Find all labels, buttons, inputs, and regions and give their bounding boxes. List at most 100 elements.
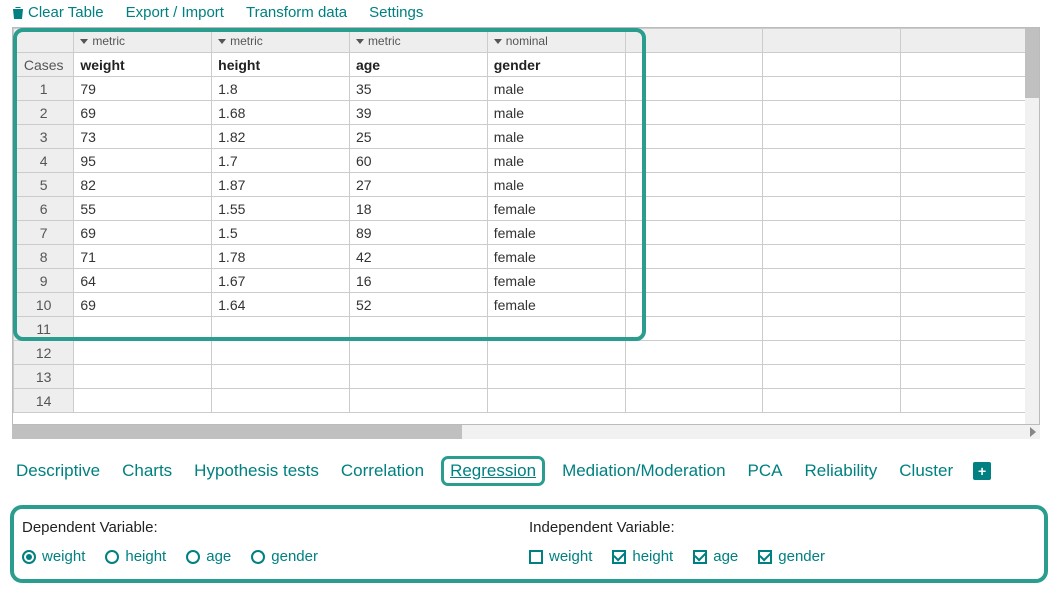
indep-option-age[interactable]: age (693, 548, 738, 565)
data-cell-empty[interactable] (901, 245, 1039, 269)
data-cell-empty[interactable] (625, 149, 763, 173)
data-cell-empty[interactable] (625, 269, 763, 293)
data-cell[interactable]: 82 (74, 173, 212, 197)
data-cell[interactable]: 69 (74, 101, 212, 125)
data-cell-empty[interactable] (901, 389, 1039, 413)
vertical-scrollbar[interactable] (1025, 28, 1039, 424)
data-cell[interactable]: 42 (349, 245, 487, 269)
indep-option-weight[interactable]: weight (529, 548, 592, 565)
row-number[interactable]: 2 (14, 101, 74, 125)
horizontal-scrollbar[interactable] (12, 425, 1040, 439)
data-cell[interactable]: male (487, 173, 625, 197)
data-cell[interactable]: 1.55 (212, 197, 350, 221)
data-table[interactable]: metricmetricmetricnominal Casesweighthei… (13, 28, 1039, 413)
tab-correlation[interactable]: Correlation (339, 459, 426, 483)
data-cell[interactable] (74, 389, 212, 413)
data-cell[interactable]: 39 (349, 101, 487, 125)
data-cell[interactable]: male (487, 101, 625, 125)
data-cell[interactable]: 1.78 (212, 245, 350, 269)
tab-descriptive[interactable]: Descriptive (14, 459, 102, 483)
var-name-cell-empty[interactable] (625, 53, 763, 77)
data-cell[interactable]: 1.68 (212, 101, 350, 125)
data-cell[interactable]: 71 (74, 245, 212, 269)
data-cell-empty[interactable] (763, 101, 901, 125)
export-import-link[interactable]: Export / Import (126, 4, 224, 21)
data-cell-empty[interactable] (625, 101, 763, 125)
data-cell[interactable] (212, 365, 350, 389)
data-cell[interactable]: 1.7 (212, 149, 350, 173)
data-cell[interactable]: 25 (349, 125, 487, 149)
data-cell-empty[interactable] (901, 101, 1039, 125)
dep-option-weight[interactable]: weight (22, 548, 85, 565)
data-cell-empty[interactable] (901, 173, 1039, 197)
row-number[interactable]: 11 (14, 317, 74, 341)
data-cell[interactable]: 1.64 (212, 293, 350, 317)
data-cell[interactable]: male (487, 77, 625, 101)
dep-option-height[interactable]: height (105, 548, 166, 565)
row-number[interactable]: 1 (14, 77, 74, 101)
row-number[interactable]: 12 (14, 341, 74, 365)
data-cell[interactable]: male (487, 149, 625, 173)
data-cell[interactable] (487, 389, 625, 413)
data-cell[interactable] (349, 341, 487, 365)
data-cell[interactable]: female (487, 269, 625, 293)
data-cell-empty[interactable] (763, 293, 901, 317)
col-type-header[interactable]: nominal (487, 29, 625, 53)
data-cell[interactable]: female (487, 221, 625, 245)
data-cell[interactable] (74, 341, 212, 365)
data-cell[interactable]: 64 (74, 269, 212, 293)
data-cell[interactable]: 73 (74, 125, 212, 149)
data-cell-empty[interactable] (763, 125, 901, 149)
data-cell[interactable]: 89 (349, 221, 487, 245)
data-cell-empty[interactable] (901, 221, 1039, 245)
data-cell-empty[interactable] (625, 389, 763, 413)
data-cell[interactable] (349, 317, 487, 341)
row-number[interactable]: 13 (14, 365, 74, 389)
data-cell-empty[interactable] (763, 389, 901, 413)
row-number[interactable]: 9 (14, 269, 74, 293)
data-cell[interactable] (74, 365, 212, 389)
row-number[interactable]: 10 (14, 293, 74, 317)
data-cell[interactable] (349, 389, 487, 413)
data-cell-empty[interactable] (763, 77, 901, 101)
add-tab-button[interactable]: + (973, 462, 991, 480)
data-cell-empty[interactable] (763, 317, 901, 341)
data-cell[interactable]: 52 (349, 293, 487, 317)
col-type-header-empty[interactable] (763, 29, 901, 53)
dep-option-age[interactable]: age (186, 548, 231, 565)
data-cell[interactable]: 35 (349, 77, 487, 101)
data-cell-empty[interactable] (901, 365, 1039, 389)
scroll-right-icon[interactable] (1030, 427, 1036, 437)
row-number[interactable]: 7 (14, 221, 74, 245)
tab-hypothesis-tests[interactable]: Hypothesis tests (192, 459, 321, 483)
var-name-cell-empty[interactable] (763, 53, 901, 77)
data-cell[interactable]: 1.82 (212, 125, 350, 149)
data-cell-empty[interactable] (901, 293, 1039, 317)
data-cell-empty[interactable] (625, 221, 763, 245)
row-number[interactable]: 5 (14, 173, 74, 197)
data-cell-empty[interactable] (625, 341, 763, 365)
indep-option-gender[interactable]: gender (758, 548, 825, 565)
data-cell-empty[interactable] (625, 197, 763, 221)
row-number[interactable]: 14 (14, 389, 74, 413)
data-cell-empty[interactable] (763, 365, 901, 389)
data-cell[interactable]: female (487, 293, 625, 317)
data-cell-empty[interactable] (625, 245, 763, 269)
data-cell[interactable] (487, 365, 625, 389)
data-cell-empty[interactable] (625, 173, 763, 197)
data-cell[interactable] (212, 317, 350, 341)
tab-regression[interactable]: Regression (444, 459, 542, 483)
data-cell-empty[interactable] (901, 77, 1039, 101)
row-number[interactable]: 8 (14, 245, 74, 269)
data-cell[interactable]: 1.87 (212, 173, 350, 197)
data-cell-empty[interactable] (901, 269, 1039, 293)
data-cell-empty[interactable] (763, 197, 901, 221)
settings-link[interactable]: Settings (369, 4, 423, 21)
var-name-cell[interactable]: height (212, 53, 350, 77)
col-type-header[interactable]: metric (212, 29, 350, 53)
col-type-header[interactable]: metric (74, 29, 212, 53)
var-name-cell[interactable]: weight (74, 53, 212, 77)
data-cell[interactable]: 1.67 (212, 269, 350, 293)
data-cell-empty[interactable] (901, 125, 1039, 149)
data-cell[interactable]: 69 (74, 293, 212, 317)
